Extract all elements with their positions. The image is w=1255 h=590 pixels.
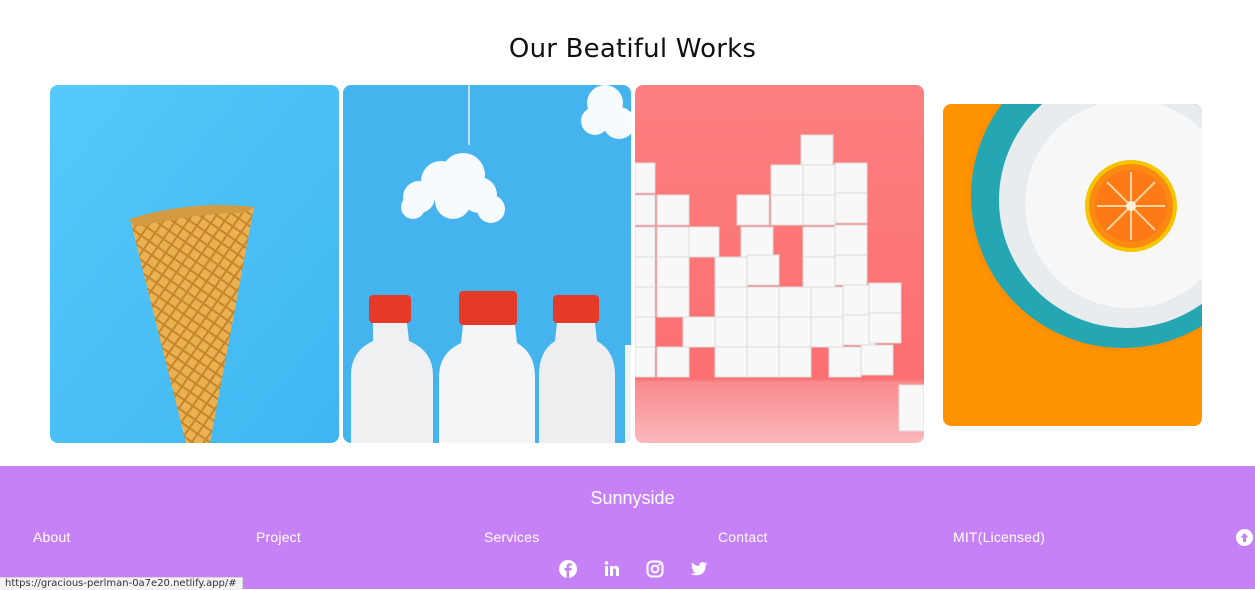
ice-cream-cone-image	[50, 85, 339, 443]
work-card-sugar-cubes[interactable]	[635, 85, 924, 443]
work-card-milk-bottles[interactable]	[343, 85, 631, 443]
footer-link-about[interactable]: About	[33, 529, 71, 545]
arrow-up-circle-icon[interactable]	[1236, 529, 1253, 546]
status-bar-url: https://gracious-perlman-0a7e20.netlify.…	[0, 577, 243, 590]
work-card-orange-plate[interactable]	[943, 104, 1202, 426]
instagram-icon[interactable]	[645, 559, 665, 579]
footer-link-contact[interactable]: Contact	[718, 529, 768, 545]
orange-on-plate-image	[943, 104, 1202, 426]
twitter-icon[interactable]	[689, 559, 709, 579]
facebook-icon[interactable]	[558, 559, 578, 579]
sugar-cubes-image	[635, 85, 924, 443]
site-footer: Sunnyside About Project Services Contact…	[0, 466, 1255, 589]
footer-link-project[interactable]: Project	[256, 529, 301, 545]
footer-link-license[interactable]: MIT(Licensed)	[953, 529, 1045, 545]
section-title: Our Beatiful Works	[508, 34, 757, 64]
milk-bottles-image	[343, 85, 631, 443]
footer-link-services[interactable]: Services	[484, 529, 539, 545]
footer-brand[interactable]: Sunnyside	[0, 488, 1255, 509]
work-card-ice-cream[interactable]	[50, 85, 339, 443]
linkedin-icon[interactable]	[602, 559, 622, 579]
